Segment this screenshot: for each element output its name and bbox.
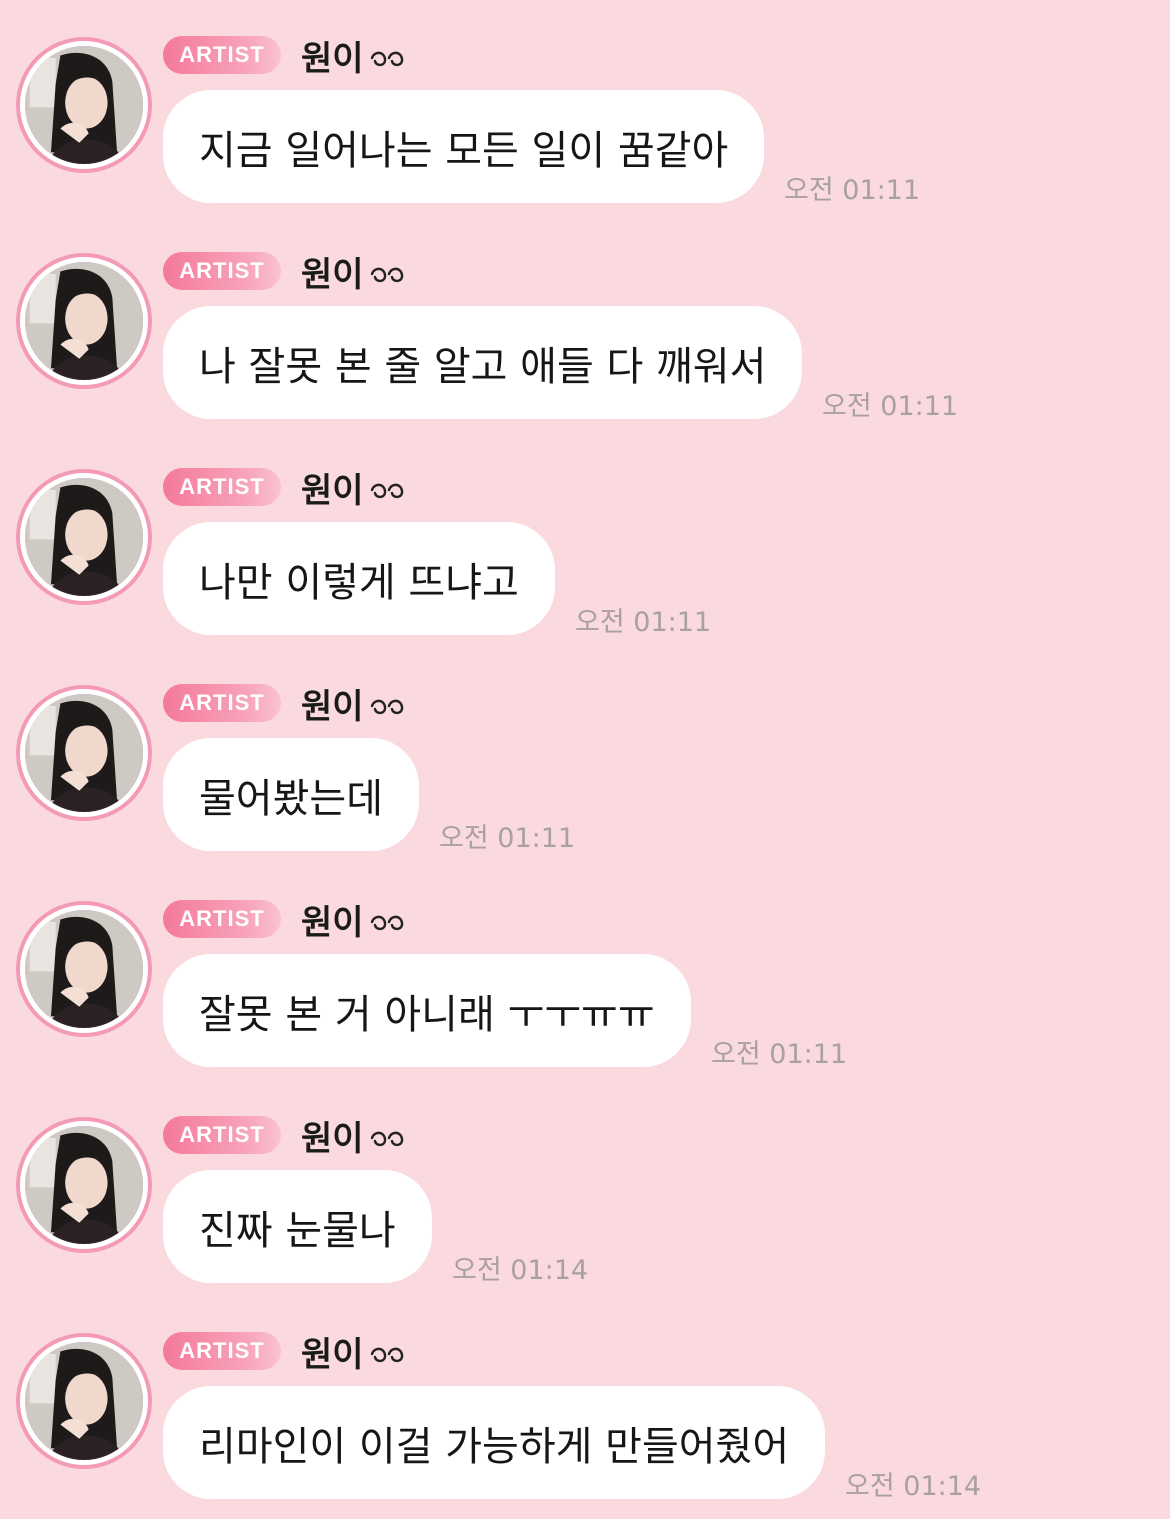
avatar-photo [25,1126,143,1244]
avatar-photo [25,694,143,812]
chat-message: ARTIST 원이 진짜 눈물나 오전 01:14 [0,1080,1170,1296]
message-timestamp: 오전 01:11 [822,391,959,422]
sender-name: 원이 [301,686,364,727]
ears-icon [370,483,403,499]
sender-name: 원이 [301,902,364,943]
sender-name: 원이 [301,1118,364,1159]
message-bubble[interactable]: 잘못 본 거 아니래 ㅜㅜㅠㅠ [163,954,691,1067]
sender-name: 원이 [301,38,364,79]
ears-icon [370,915,403,931]
chat-message: ARTIST 원이 지금 일어나는 모든 일이 꿈같아 오전 01:11 [0,0,1170,216]
avatar-photo [25,910,143,1028]
ears-icon [370,1131,403,1147]
sender-row: ARTIST 원이 [163,251,406,295]
ears-icon [370,267,403,283]
ears-icon [370,51,403,67]
sender-row: ARTIST 원이 [163,1115,406,1159]
message-timestamp: 오전 01:14 [845,1471,982,1502]
message-timestamp: 오전 01:11 [439,823,576,854]
message-bubble[interactable]: 물어봤는데 [163,738,419,851]
artist-badge: ARTIST [163,1332,281,1370]
artist-badge: ARTIST [163,36,281,74]
avatar-photo [25,46,143,164]
chat-message: ARTIST 원이 잘못 본 거 아니래 ㅜㅜㅠㅠ 오전 01:11 [0,864,1170,1080]
avatar[interactable] [16,469,152,605]
avatar[interactable] [16,1117,152,1253]
message-timestamp: 오전 01:14 [452,1255,589,1286]
message-bubble[interactable]: 리마인이 이걸 가능하게 만들어줬어 [163,1386,826,1499]
avatar[interactable] [16,901,152,1037]
avatar-photo [25,478,143,596]
sender-row: ARTIST 원이 [163,467,406,511]
message-bubble[interactable]: 나만 이렇게 뜨냐고 [163,522,555,635]
sender-row: ARTIST 원이 [163,683,406,727]
avatar-photo [25,262,143,380]
sender-row: ARTIST 원이 [163,899,406,943]
avatar[interactable] [16,253,152,389]
message-bubble[interactable]: 진짜 눈물나 [163,1170,432,1283]
avatar-photo [25,1342,143,1460]
message-bubble[interactable]: 나 잘못 본 줄 알고 애들 다 깨워서 [163,306,803,419]
sender-row: ARTIST 원이 [163,35,406,79]
message-timestamp: 오전 01:11 [784,175,921,206]
artist-badge: ARTIST [163,900,281,938]
chat-message-list[interactable]: ARTIST 원이 지금 일어나는 모든 일이 꿈같아 오전 01:11 ART… [0,0,1170,1519]
chat-message: ARTIST 원이 물어봤는데 오전 01:11 [0,648,1170,864]
sender-name: 원이 [301,254,364,295]
chat-message: ARTIST 원이 리마인이 이걸 가능하게 만들어줬어 오전 01:14 [0,1296,1170,1512]
ears-icon [370,1347,403,1363]
message-timestamp: 오전 01:11 [575,607,712,638]
message-timestamp: 오전 01:11 [711,1039,848,1070]
sender-row: ARTIST 원이 [163,1331,406,1375]
sender-name: 원이 [301,470,364,511]
artist-badge: ARTIST [163,252,281,290]
artist-badge: ARTIST [163,468,281,506]
chat-message: ARTIST 원이 나만 이렇게 뜨냐고 오전 01:11 [0,432,1170,648]
sender-name: 원이 [301,1334,364,1375]
avatar[interactable] [16,37,152,173]
artist-badge: ARTIST [163,1116,281,1154]
avatar[interactable] [16,685,152,821]
avatar[interactable] [16,1333,152,1469]
artist-badge: ARTIST [163,684,281,722]
chat-message: ARTIST 원이 나 잘못 본 줄 알고 애들 다 깨워서 오전 01:11 [0,216,1170,432]
ears-icon [370,699,403,715]
message-bubble[interactable]: 지금 일어나는 모든 일이 꿈같아 [163,90,765,203]
